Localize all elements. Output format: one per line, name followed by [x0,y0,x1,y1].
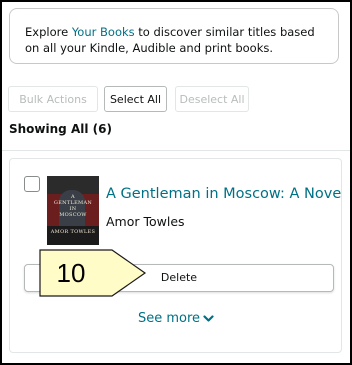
screenshot-frame [0,0,352,365]
